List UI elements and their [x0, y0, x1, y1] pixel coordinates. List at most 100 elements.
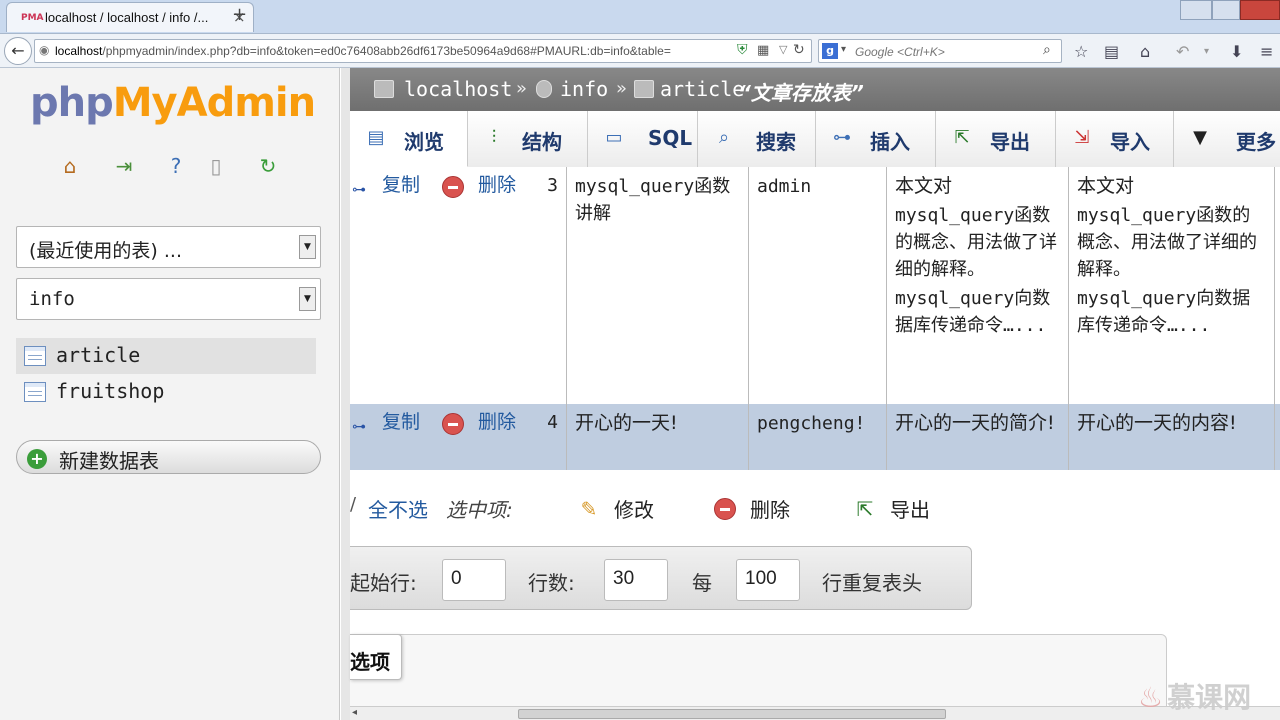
browser-nav-bar: ← ◉ localhost/phpmyadmin/index.php?db=in…	[0, 34, 1280, 68]
every-label: 每	[692, 571, 712, 595]
cell-description[interactable]: 本文对 mysql_query函数的概念、用法做了详细的解释。 mysql_qu…	[887, 167, 1069, 404]
new-tab-icon[interactable]: +	[232, 4, 247, 25]
phpmyadmin-logo[interactable]: phpMyAdmin	[30, 80, 316, 126]
bulk-actions: / 全不选 选中项: ✎ 修改 删除 ⇱ 导出	[350, 488, 1280, 528]
search-bar[interactable]: g ▾ Google <Ctrl+K> ⌕	[818, 39, 1062, 63]
repeat-header-label: 行重复表头	[822, 571, 922, 595]
bulk-delete-button[interactable]: 删除	[750, 494, 790, 523]
download-icon[interactable]: ⬇	[1230, 42, 1243, 61]
options-toggle[interactable]: 选项	[350, 634, 402, 680]
chevron-down-icon: ▼	[299, 287, 316, 311]
bulk-edit-button[interactable]: 修改	[614, 494, 654, 523]
copy-link[interactable]: 复制	[382, 172, 420, 199]
back-button[interactable]: ←	[4, 37, 32, 65]
delete-link[interactable]: 删除	[478, 172, 516, 199]
sidebar-item-article[interactable]: article	[16, 338, 316, 374]
tab-search[interactable]: ⌕ 搜索	[698, 111, 816, 167]
reload-icon[interactable]: ↻	[793, 42, 805, 58]
shield-icon[interactable]: ⛨	[737, 42, 748, 58]
window-minimize-button[interactable]	[1180, 0, 1212, 20]
unselect-all-link[interactable]: 全不选	[368, 494, 428, 523]
undo-dropdown-icon[interactable]: ▾	[1204, 46, 1209, 57]
window-close-button[interactable]	[1240, 0, 1280, 20]
copy-icon[interactable]: ⊶	[352, 414, 370, 435]
bulk-export-button[interactable]: 导出	[890, 494, 930, 523]
breadcrumb-database[interactable]: info	[560, 77, 608, 101]
table-comment: “文章存放表”	[738, 81, 864, 105]
tab-export[interactable]: ⇱ 导出	[936, 111, 1056, 167]
row-actions: ⊶ 复制 删除 3	[350, 167, 567, 404]
table-row[interactable]: ⊶ 复制 删除 4 开心的一天! pengcheng! 开心的一天的简介! 开心…	[350, 404, 1280, 470]
browse-icon: ▤	[367, 127, 385, 148]
tab-sql[interactable]: ▭ SQL	[588, 111, 698, 167]
chevron-down-icon: ▼	[1193, 127, 1207, 148]
row-id: 3	[547, 175, 558, 196]
delete-icon[interactable]	[712, 496, 738, 522]
new-table-button[interactable]: + 新建数据表	[16, 440, 321, 474]
database-icon	[536, 80, 552, 98]
sql-icon: ▭	[605, 127, 623, 148]
browser-tab[interactable]: PMA localhost / localhost / info /... ×	[6, 2, 254, 32]
flame-icon: ♨	[1138, 681, 1164, 714]
home-icon[interactable]: ⌂	[1140, 42, 1150, 61]
rows-input[interactable]: 30	[604, 559, 668, 601]
undo-icon[interactable]: ↶	[1176, 42, 1189, 61]
logout-icon[interactable]: ⇥	[110, 152, 138, 180]
history-dropdown-icon[interactable]: ▽	[779, 43, 787, 56]
copy-icon[interactable]: ⊶	[352, 177, 370, 198]
browser-tab-title: localhost / localhost / info /...	[45, 10, 209, 25]
docs-icon[interactable]: ▯	[202, 152, 230, 180]
scroll-left-icon[interactable]: ◂	[352, 707, 357, 718]
table-tabs: ▤ 浏览 ⫶ 结构 ▭ SQL ⌕ 搜索 ⊶ 插入 ⇱ 导出 ⇲ 导入 ▼ 更多	[350, 111, 1280, 167]
menu-icon[interactable]: ≡	[1260, 42, 1273, 61]
tab-structure[interactable]: ⫶ 结构	[468, 111, 588, 167]
import-icon: ⇲	[1074, 127, 1090, 148]
help-icon[interactable]: ?	[162, 152, 190, 180]
export-icon: ⇱	[954, 127, 970, 148]
recent-tables-select[interactable]: (最近使用的表) ... ▼	[16, 226, 321, 268]
repeat-every-input[interactable]: 100	[736, 559, 800, 601]
reader-icon[interactable]: ▤	[1104, 42, 1119, 61]
cell-description[interactable]: 开心的一天的简介!	[887, 404, 1069, 470]
divider	[341, 68, 350, 720]
cell-title[interactable]: 开心的一天!	[567, 404, 749, 470]
imooc-watermark: ♨ 慕课网	[1138, 681, 1252, 714]
delete-icon[interactable]	[442, 176, 464, 198]
cell-author[interactable]: admin	[749, 167, 887, 404]
cell-title[interactable]: mysql_query函数讲解	[567, 167, 749, 404]
export-icon[interactable]: ⇱	[852, 496, 878, 522]
database-select[interactable]: info ▼	[16, 278, 321, 320]
pager-panel: 起始行: 0 行数: 30 每 100 行重复表头	[350, 546, 972, 610]
engine-dropdown-icon[interactable]: ▾	[841, 44, 846, 55]
cell-content[interactable]: 本文对 mysql_query函数的概念、用法做了详细的解释。 mysql_qu…	[1069, 167, 1275, 404]
address-bar[interactable]: ◉ localhost/phpmyadmin/index.php?db=info…	[34, 39, 812, 63]
table-row[interactable]: ⊶ 复制 删除 3 mysql_query函数讲解 admin 本文对 mysq…	[350, 167, 1280, 404]
search-placeholder: Google <Ctrl+K>	[855, 45, 945, 59]
start-row-label: 起始行:	[350, 571, 417, 595]
delete-icon[interactable]	[442, 413, 464, 435]
reload-icon[interactable]: ↻	[254, 152, 282, 180]
bookmark-star-icon[interactable]: ☆	[1074, 42, 1088, 61]
breadcrumb-table[interactable]: article	[660, 77, 744, 101]
globe-icon: ◉	[39, 43, 50, 57]
sidebar-item-fruitshop[interactable]: fruitshop	[16, 374, 316, 410]
start-row-input[interactable]: 0	[442, 559, 506, 601]
window-maximize-button[interactable]	[1212, 0, 1240, 20]
with-selected-label: 选中项:	[446, 498, 513, 522]
row-id: 4	[547, 412, 558, 433]
tab-import[interactable]: ⇲ 导入	[1056, 111, 1174, 167]
search-icon[interactable]: ⌕	[1043, 42, 1051, 58]
google-engine-icon[interactable]: g	[822, 43, 838, 59]
tab-browse[interactable]: ▤ 浏览	[350, 111, 468, 167]
breadcrumb-server[interactable]: localhost	[404, 77, 512, 101]
pencil-icon[interactable]: ✎	[576, 496, 602, 522]
cell-content[interactable]: 开心的一天的内容!	[1069, 404, 1275, 470]
home-icon[interactable]: ⌂	[56, 152, 84, 180]
scrollbar-thumb[interactable]	[518, 709, 946, 719]
tab-insert[interactable]: ⊶ 插入	[816, 111, 936, 167]
qr-code-icon[interactable]: ▦	[757, 43, 769, 58]
copy-link[interactable]: 复制	[382, 409, 420, 436]
delete-link[interactable]: 删除	[478, 409, 516, 436]
cell-author[interactable]: pengcheng!	[749, 404, 887, 470]
tab-more[interactable]: ▼ 更多	[1174, 111, 1280, 167]
